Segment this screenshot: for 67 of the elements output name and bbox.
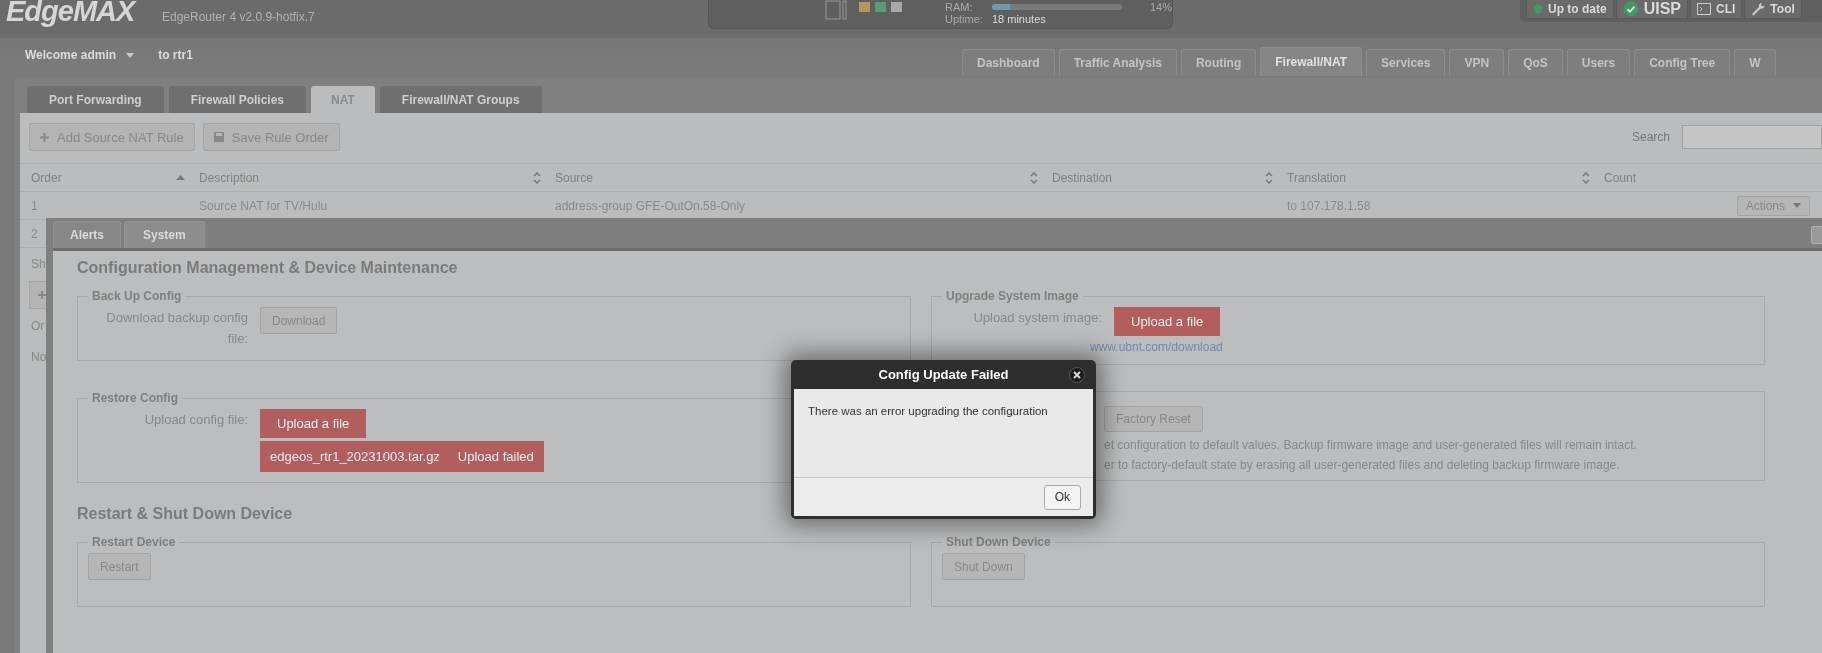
column-header[interactable]: Order — [31, 170, 62, 185]
floppy-icon — [213, 132, 224, 142]
group-title: Restore Config — [91, 391, 179, 405]
ok-button[interactable]: Ok — [1043, 484, 1081, 510]
panel-tab[interactable]: Port Forwarding — [27, 86, 164, 113]
status-dot-icon — [1533, 3, 1543, 14]
upload-button[interactable]: Upload a file — [260, 409, 367, 438]
file-name: edgeos_rtr1_20231003.tar.gz — [270, 449, 440, 464]
error-message: Upload failed — [457, 449, 534, 464]
port-status-icon — [825, 0, 905, 22]
column-header[interactable]: Translation — [1287, 170, 1346, 185]
router-name: to rtr1 — [158, 48, 193, 62]
caret-icon — [1793, 203, 1801, 208]
uptime-value: 18 minutes — [991, 13, 1046, 25]
ram-reading: 14% — [1149, 1, 1172, 13]
nav-tab[interactable]: Routing — [1180, 49, 1257, 76]
panel-tab[interactable]: Firewall Policies — [168, 86, 307, 113]
status-button[interactable]: Up to date — [1526, 0, 1614, 19]
column-header[interactable]: Description — [199, 170, 260, 185]
upload-button[interactable]: Upload a file — [1114, 307, 1221, 336]
welcome-text: Welcome admin — [25, 48, 117, 62]
caret-icon[interactable] — [126, 52, 135, 58]
add-button[interactable] — [29, 280, 49, 309]
sort-up-icon[interactable] — [176, 175, 185, 180]
download-link[interactable]: www.ubnt.com/download — [1090, 340, 1223, 354]
column-header[interactable]: Count — [1604, 170, 1637, 185]
panel-tab[interactable]: System — [124, 221, 205, 248]
version-text: EdgeRouter 4 v2.0.9-hotfix.7 — [161, 10, 316, 24]
search-field[interactable] — [1682, 125, 1822, 149]
sort-icon[interactable] — [1030, 171, 1038, 184]
ram-label: RAM: — [944, 1, 974, 13]
logo: EdgeMAX — [5, 0, 138, 25]
nav-tab[interactable]: QoS — [1508, 49, 1563, 76]
sort-icon[interactable] — [533, 171, 541, 184]
search-label: Search — [1631, 130, 1670, 144]
status-button[interactable]: Tool — [1744, 0, 1802, 19]
nav-tab[interactable]: VPN — [1449, 49, 1505, 76]
terminal-icon — [1697, 2, 1711, 15]
nav-tab[interactable]: Traffic Analysis — [1058, 49, 1177, 76]
section-title: Restart & Shut Down Device — [77, 504, 294, 524]
check-circle-icon — [1622, 0, 1639, 17]
nav-tab[interactable]: Config Tree — [1634, 49, 1731, 76]
wrench-icon — [1751, 1, 1766, 16]
dialog-message: There was an error upgrading the configuration — [808, 405, 1048, 417]
close-button[interactable] — [1069, 367, 1085, 383]
nav-tab[interactable]: Services — [1366, 49, 1446, 76]
group-title: Back Up Config — [91, 289, 183, 303]
panel-tab[interactable]: Firewall/NAT Groups — [379, 86, 542, 113]
status-button[interactable]: CLI — [1690, 0, 1743, 19]
group-title: Shut Down Device — [945, 535, 1052, 549]
column-header[interactable]: Source — [555, 170, 594, 185]
dialog-title: Config Update Failed — [878, 367, 1009, 382]
window-button[interactable] — [1811, 226, 1822, 244]
section-title: Configuration Management & Device Maintenance — [77, 258, 459, 278]
sort-icon[interactable] — [1265, 171, 1273, 184]
uptime-label: Uptime: — [944, 13, 984, 25]
nav-tab[interactable]: Users — [1566, 49, 1631, 76]
plus-icon — [40, 132, 49, 142]
sort-icon[interactable] — [1582, 171, 1590, 184]
nav-tab[interactable]: W — [1734, 49, 1776, 76]
panel-tab[interactable]: Alerts — [53, 221, 121, 248]
group-title: Upgrade System Image — [945, 289, 1080, 303]
status-button[interactable]: UISP — [1615, 0, 1688, 19]
nav-tab[interactable]: Firewall/NAT — [1260, 47, 1363, 76]
column-header[interactable]: Destination — [1052, 170, 1113, 185]
group-title: Restart Device — [91, 535, 177, 549]
nav-tab[interactable]: Dashboard — [962, 49, 1055, 76]
